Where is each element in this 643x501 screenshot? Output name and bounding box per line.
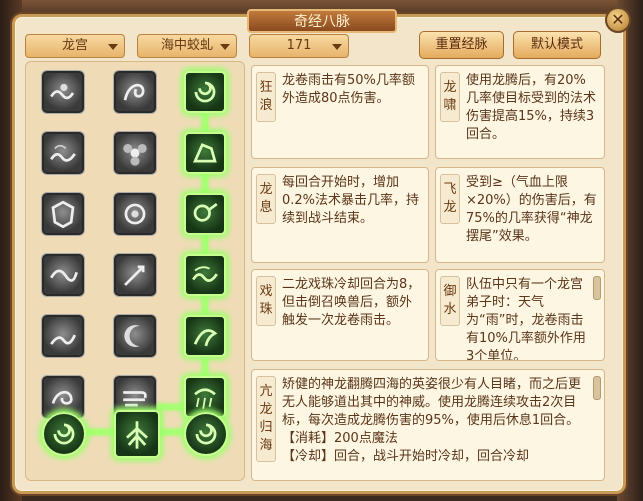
skill-description: 受到≥（气血上限×20%）的伤害后，有75%的几率获得“神龙摆尾”效果。 [466,175,597,244]
ultimate-skill-name: 亢 龙 归 海 [256,376,276,462]
chevron-down-icon [220,44,230,50]
wave-icon[interactable] [184,254,226,296]
skill-name: 龙 息 [256,174,276,224]
skill-name: 龙 啸 [440,72,460,122]
shield-icon[interactable] [42,193,84,235]
school-dropdown[interactable]: 龙宫 [25,34,125,58]
swirl-icon[interactable] [184,71,226,113]
chevron-down-icon [108,44,118,50]
ultimate-cost: 【消耗】200点魔法 [282,431,398,446]
school-dropdown-value: 龙宫 [61,38,88,53]
skill-name: 御 水 [440,276,460,326]
skill-description: 龙卷雨击有50%几率额外造成80点伤害。 [282,73,415,106]
ultimate-description-text: 矫健的神龙翻腾四海的英姿很少有人目睹，而之后更无人能够道出其中的神威。使用龙腾连… [282,377,582,428]
moon-icon[interactable] [114,315,156,357]
level-dropdown-value: 171 [286,38,312,53]
ultimate-skill-card[interactable]: 亢 龙 归 海 矫健的神龙翻腾四海的英姿很少有人目睹，而之后更无人能够道出其中的… [251,369,605,481]
scrollbar[interactable] [593,276,601,300]
meridian-grid [25,61,245,481]
skill-description: 每回合开始时，增加0.2%法术暴击几率，持续到战斗结束。 [282,175,420,226]
ultimate-extra: 【冷却】回合，战斗开始时冷却，回合冷却 [282,449,530,464]
branch-dropdown[interactable]: 海中蛟虬 [137,34,237,58]
skill-card[interactable]: 飞 龙 受到≥（气血上限×20%）的伤害后，有75%的几率获得“神龙摆尾”效果。 [435,167,605,263]
branch-dropdown-value: 海中蛟虬 [160,38,213,53]
tide-icon[interactable] [42,132,84,174]
sword-icon[interactable] [114,254,156,296]
level-dropdown[interactable]: 171 [249,34,349,58]
tide-icon[interactable] [42,315,84,357]
flower-icon[interactable] [114,132,156,174]
chevron-down-icon [332,44,342,50]
dragon-icon[interactable] [42,254,84,296]
window-title: 奇经八脉 [247,9,397,33]
skill-card[interactable]: 龙 啸 使用龙腾后，有20%几率使目标受到的法术伤害提高15%，持续3回合。 [435,65,605,159]
skill-card[interactable]: 龙 息 每回合开始时，增加0.2%法术暴击几率，持续到战斗结束。 [251,167,429,263]
skill-name: 戏 珠 [256,276,276,326]
wave-icon[interactable] [42,71,84,113]
skill-card[interactable]: 狂 浪 龙卷雨击有50%几率额外造成80点伤害。 [251,65,429,159]
meridian-window: 奇经八脉 ✕ 龙宫 海中蛟虬 171 重置经脉 默认模式 狂 浪 龙卷雨击有50… [12,7,631,494]
close-button[interactable]: ✕ [605,7,631,33]
dragon-head-icon[interactable] [184,315,226,357]
swirl-icon[interactable] [42,412,86,456]
orb-icon[interactable] [114,193,156,235]
skill-name: 飞 龙 [440,174,460,224]
tree-icon[interactable] [114,410,160,458]
ultimate-skill-description: 矫健的神龙翻腾四海的英姿很少有人目睹，而之后更无人能够道出其中的神威。使用龙腾连… [282,376,588,466]
default-mode-button[interactable]: 默认模式 [513,31,601,59]
dragon-head-icon[interactable] [184,132,226,174]
skill-name: 狂 浪 [256,72,276,122]
swirl-icon[interactable] [184,412,228,456]
dragon-head-icon[interactable] [184,193,226,235]
skill-card[interactable]: 戏 珠 二龙戏珠冷却回合为8，但击倒召唤兽后，额外触发一次龙卷雨击。 [251,269,429,361]
skill-description: 使用龙腾后，有20%几率使目标受到的法术伤害提高15%，持续3回合。 [466,73,597,142]
skill-card[interactable]: 御 水 队伍中只有一个龙宫弟子时：天气为“雨”时，龙卷雨击有10%几率额外作用3… [435,269,605,361]
reset-meridian-button[interactable]: 重置经脉 [419,31,504,59]
skill-description: 队伍中只有一个龙宫弟子时：天气为“雨”时，龙卷雨击有10%几率额外作用3个单位。 [466,277,586,361]
scrollbar[interactable] [593,376,601,400]
skill-description: 二龙戏珠冷却回合为8，但击倒召唤兽后，额外触发一次龙卷雨击。 [282,277,421,328]
dragon-icon[interactable] [114,71,156,113]
